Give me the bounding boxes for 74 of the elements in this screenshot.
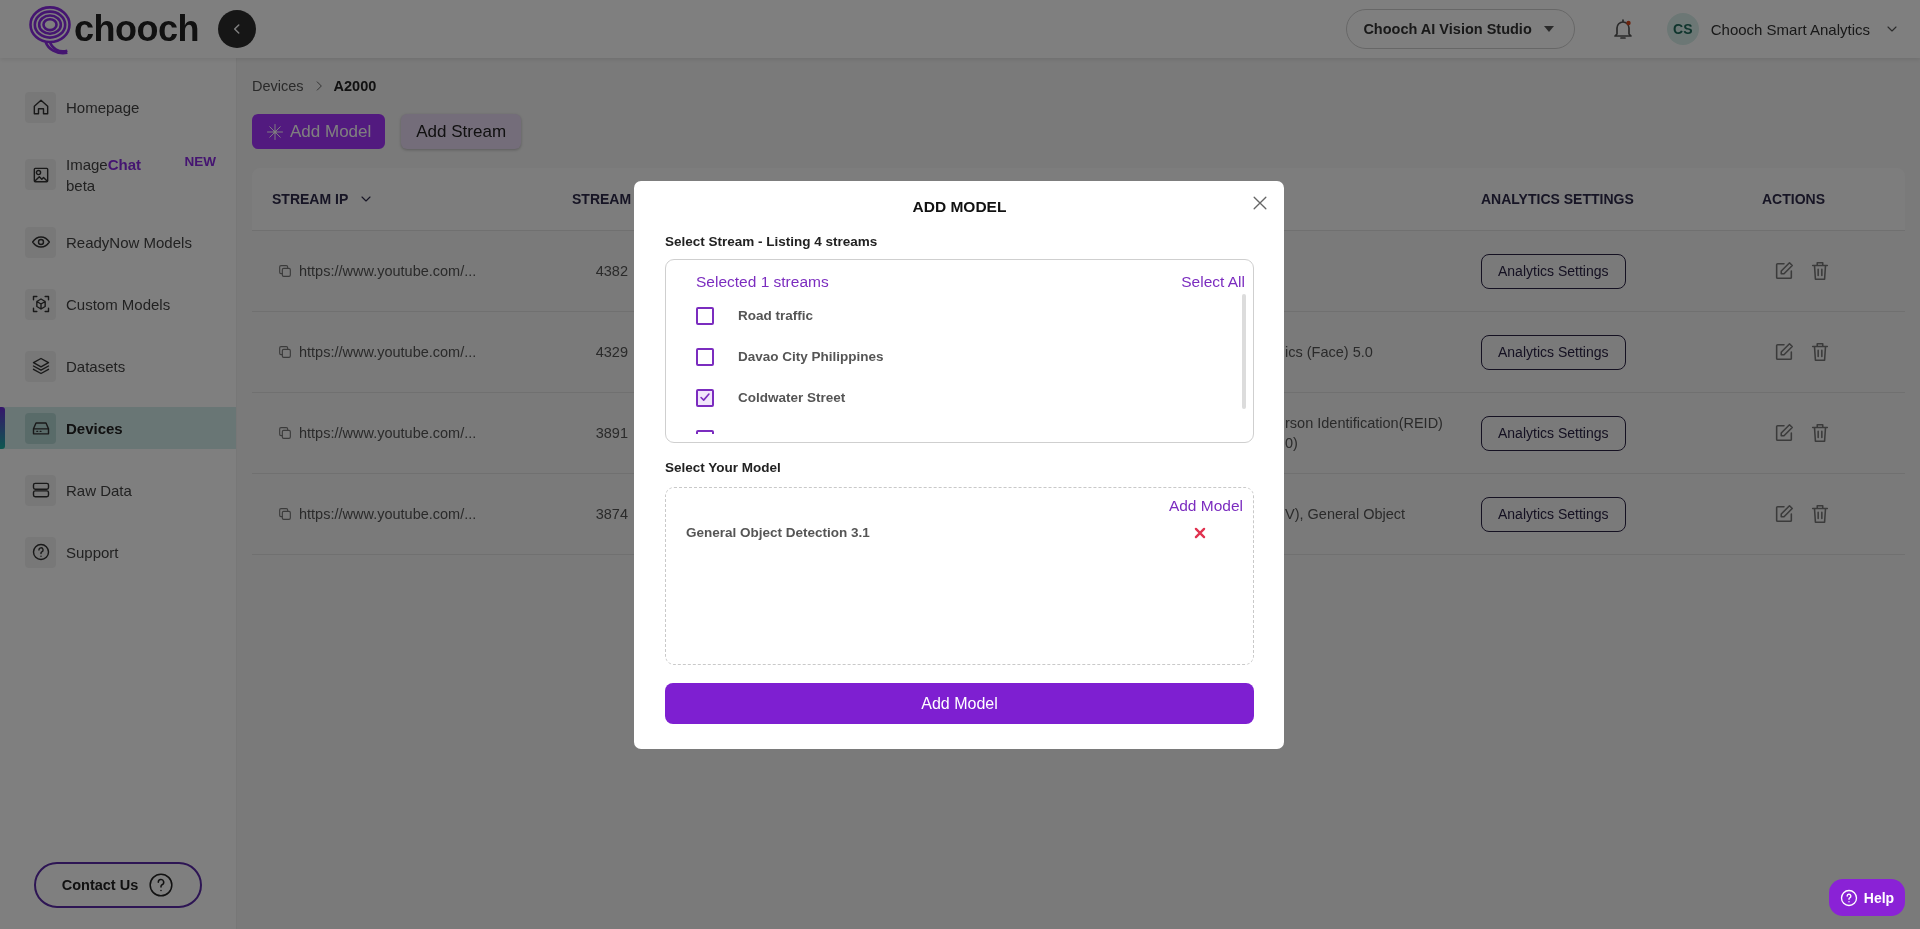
analytics-settings-button[interactable]: Analytics Settings bbox=[1481, 415, 1626, 451]
breadcrumb-current: A2000 bbox=[333, 78, 377, 94]
add-model-button[interactable]: Add Model bbox=[252, 114, 386, 149]
trash-icon[interactable] bbox=[1809, 341, 1831, 363]
table-cell: 3891 bbox=[595, 425, 628, 441]
collapse-button[interactable] bbox=[218, 10, 256, 48]
table-cell-text: ics (Face) 5.0 bbox=[1284, 343, 1373, 362]
column-header: ANALYTICS SETTINGS bbox=[1481, 191, 1634, 207]
sidebar-item[interactable]: Devices bbox=[0, 407, 236, 449]
help-icon bbox=[1839, 888, 1858, 907]
table-cell: 3874 bbox=[595, 506, 628, 522]
table-cell: https://www.youtube.com/... bbox=[299, 425, 477, 441]
sidebar-item[interactable]: Support bbox=[0, 531, 236, 573]
workspace-dropdown[interactable]: Chooch AI Vision Studio bbox=[1346, 9, 1575, 49]
sidebar-item[interactable]: Raw Data bbox=[0, 469, 236, 511]
help-icon bbox=[30, 542, 51, 562]
contact-us-button[interactable]: Contact Us bbox=[34, 862, 202, 908]
checkbox[interactable] bbox=[696, 347, 714, 366]
trash-icon[interactable] bbox=[1809, 422, 1831, 444]
section-label: Select Stream - Listing 4 streams bbox=[665, 234, 879, 249]
question-icon bbox=[148, 872, 175, 898]
analytics-settings-button[interactable]: Analytics Settings bbox=[1481, 334, 1626, 370]
layers-icon bbox=[30, 356, 51, 376]
table-cell: 4382 bbox=[595, 263, 628, 279]
select-all-link[interactable]: Select All bbox=[1181, 273, 1245, 291]
table-cell: https://www.youtube.com/... bbox=[299, 506, 477, 522]
copy-icon[interactable] bbox=[277, 425, 293, 441]
breadcrumb-link[interactable]: Devices bbox=[252, 78, 304, 94]
sidebar-item[interactable]: ImageChat beta NEW bbox=[0, 148, 236, 201]
checkbox[interactable] bbox=[696, 306, 714, 325]
selected-count: Selected 1 streams bbox=[696, 273, 829, 291]
account-name[interactable]: Chooch Smart Analytics bbox=[1710, 20, 1870, 38]
trash-icon[interactable] bbox=[1809, 260, 1831, 282]
trash-icon[interactable] bbox=[1809, 503, 1831, 525]
add-model-link[interactable]: Add Model bbox=[1168, 497, 1243, 515]
sidebar-item[interactable]: Datasets bbox=[0, 345, 236, 387]
sidebar-item[interactable]: Custom Models bbox=[0, 283, 236, 325]
edit-icon[interactable] bbox=[1773, 260, 1795, 282]
add-stream-button[interactable]: Add Stream bbox=[401, 114, 522, 149]
model-name: General Object Detection 3.1 bbox=[686, 525, 870, 540]
column-header: ACTIONS bbox=[1762, 191, 1825, 207]
table-cell: https://www.youtube.com/... bbox=[299, 263, 477, 279]
scrollbar[interactable] bbox=[1242, 294, 1246, 409]
analytics-settings-button[interactable]: Analytics Settings bbox=[1481, 496, 1626, 532]
section-label: Select Your Model bbox=[665, 460, 782, 475]
modal-title: ADD MODEL bbox=[911, 197, 1008, 217]
cube-icon bbox=[30, 294, 51, 314]
copy-icon[interactable] bbox=[277, 263, 293, 279]
table-cell: 4329 bbox=[595, 344, 628, 360]
checkbox[interactable] bbox=[696, 388, 714, 407]
table-cell: https://www.youtube.com/... bbox=[299, 344, 477, 360]
table-cell-text: rson Identification(REID) 0) bbox=[1284, 414, 1443, 453]
remove-icon[interactable] bbox=[1193, 525, 1207, 540]
caret-icon bbox=[1543, 26, 1554, 32]
copy-icon[interactable] bbox=[277, 344, 293, 360]
sidebar-item[interactable]: Homepage bbox=[0, 86, 236, 128]
sidebar-item[interactable]: ReadyNow Models bbox=[0, 221, 236, 263]
edit-icon[interactable] bbox=[1773, 341, 1795, 363]
edit-icon[interactable] bbox=[1773, 422, 1795, 444]
analytics-settings-button[interactable]: Analytics Settings bbox=[1481, 253, 1626, 289]
stream-option[interactable]: Davao City Philippines bbox=[738, 349, 884, 364]
server-icon bbox=[30, 480, 51, 500]
add-model-submit-button[interactable]: Add Model bbox=[665, 683, 1254, 724]
sparkle-icon bbox=[266, 122, 284, 141]
column-header[interactable]: STREAM IP bbox=[272, 191, 349, 207]
edit-icon[interactable] bbox=[1773, 503, 1795, 525]
column-header: STREAM bbox=[572, 191, 632, 207]
table-cell-text: V), General Object bbox=[1284, 505, 1406, 524]
help-button[interactable]: Help bbox=[1829, 879, 1905, 916]
stream-option[interactable]: Coldwater Street bbox=[738, 390, 846, 405]
copy-icon[interactable] bbox=[277, 506, 293, 522]
avatar: CS bbox=[1666, 13, 1699, 45]
stream-option[interactable]: Road traffic bbox=[738, 308, 813, 323]
logo-text: chooch bbox=[74, 8, 199, 50]
